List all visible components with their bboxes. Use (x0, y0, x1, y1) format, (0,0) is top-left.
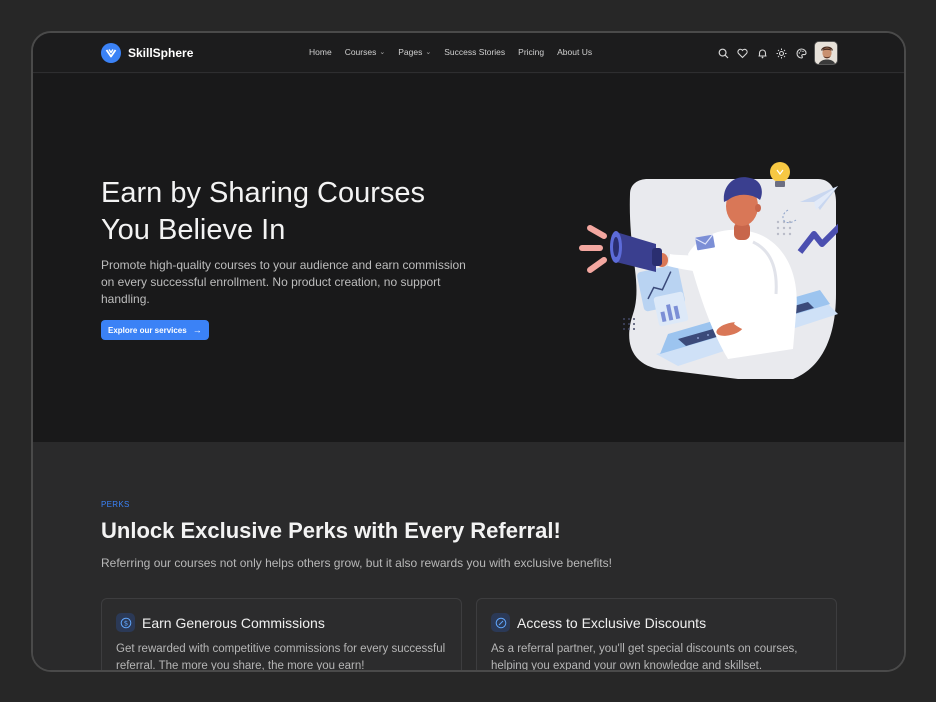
nav-home[interactable]: Home (309, 47, 332, 57)
chevron-down-icon: ⌄ (425, 49, 432, 56)
top-navbar: SkillSphere Home Courses ⌄ Pages ⌄ Success… (33, 33, 904, 73)
perks-section: PERKS Unlock Exclusive Perks with Every … (33, 442, 904, 672)
brand-logo[interactable]: SkillSphere (101, 43, 193, 63)
nav-pages[interactable]: Pages ⌄ (398, 47, 431, 57)
perks-title: Unlock Exclusive Perks with Every Referr… (101, 518, 561, 543)
perk-card-title: Access to Exclusive Discounts (517, 614, 707, 631)
nav-courses[interactable]: Courses ⌄ (345, 47, 386, 57)
nav-about-us-label: About Us (557, 47, 593, 57)
arrow-right-icon: → (192, 325, 202, 335)
nav-pages-label: Pages (398, 47, 423, 57)
hero-title: Earn by Sharing Courses You Believe In (101, 175, 481, 249)
nav-about-us[interactable]: About Us (557, 47, 592, 57)
perk-card-title: Earn Generous Commissions (142, 614, 325, 631)
user-avatar[interactable] (814, 41, 838, 65)
perk-card-discounts: Access to Exclusive Discounts As a refer… (476, 598, 837, 672)
main-menu: Home Courses ⌄ Pages ⌄ Success Stories Pri… (309, 47, 605, 57)
nav-pricing[interactable]: Pricing (518, 47, 544, 57)
svg-text:$: $ (123, 619, 127, 627)
nav-actions (716, 46, 814, 60)
logo-icon (101, 43, 121, 63)
dollar-icon: $ (116, 613, 135, 632)
chevron-down-icon: ⌄ (379, 49, 386, 56)
hero-description: Promote high-quality courses to your aud… (101, 258, 466, 306)
perks-subtitle: Referring our courses not only helps oth… (101, 556, 612, 570)
nav-success-stories[interactable]: Success Stories (444, 47, 505, 57)
perk-card-header: $ Earn Generous Commissions (116, 613, 325, 632)
perk-card-text: As a referral partner, you'll get specia… (491, 643, 798, 672)
nav-success-stories-label: Success Stories (444, 47, 506, 57)
brand-name: SkillSphere (128, 46, 194, 60)
hero-title-line-2: You Believe In (101, 214, 286, 246)
hero-section: Earn by Sharing Courses You Believe In P… (33, 74, 904, 442)
explore-services-label: Explore our services (108, 325, 187, 335)
hero-illustration (538, 144, 856, 384)
perk-card-text: Get rewarded with competitive commission… (116, 643, 446, 672)
search-icon[interactable] (716, 46, 730, 60)
perks-kicker: PERKS (101, 500, 130, 509)
palette-icon[interactable] (794, 46, 808, 60)
heart-icon[interactable] (736, 46, 750, 60)
nav-pricing-label: Pricing (518, 47, 545, 57)
sun-icon[interactable] (775, 46, 789, 60)
nav-courses-label: Courses (344, 47, 377, 57)
perk-card-commissions: $ Earn Generous Commissions Get rewarded… (101, 598, 462, 672)
perk-card-header: Access to Exclusive Discounts (491, 613, 706, 632)
hero-title-line-1: Earn by Sharing Courses (101, 177, 425, 209)
discount-icon (491, 613, 510, 632)
explore-services-button[interactable]: Explore our services → (101, 320, 209, 340)
nav-home-label: Home (309, 47, 332, 57)
bell-icon[interactable] (755, 46, 769, 60)
browser-frame: SkillSphere Home Courses ⌄ Pages ⌄ Success… (31, 31, 906, 672)
